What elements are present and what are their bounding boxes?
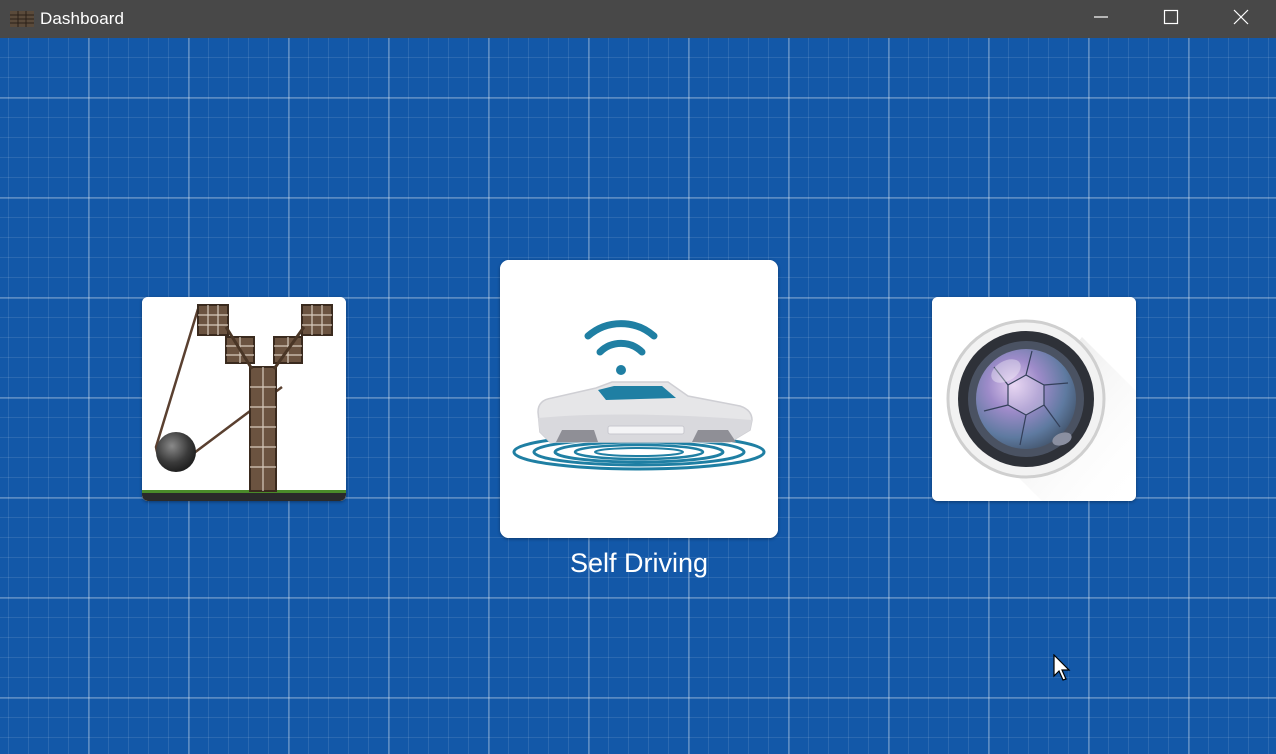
camera-lens-icon (932, 297, 1136, 501)
mouse-cursor-icon (1053, 654, 1071, 681)
self-driving-car-icon (500, 260, 778, 538)
dashboard-window: Dashboard Self Driving (0, 0, 1276, 754)
tower-tile[interactable] (142, 297, 346, 501)
blueprint-canvas: Self Driving (0, 38, 1276, 754)
window-title: Dashboard (40, 9, 125, 28)
self-driving-tile[interactable] (500, 260, 778, 538)
camera-tile[interactable] (932, 297, 1136, 501)
maximize-icon (1163, 9, 1179, 25)
self-driving-label[interactable]: Self Driving (500, 548, 778, 579)
app-icon (10, 9, 34, 29)
minimize-icon (1094, 16, 1108, 18)
window-controls (1066, 0, 1276, 38)
title-bar[interactable]: Dashboard (0, 0, 1276, 38)
close-button[interactable] (1206, 0, 1276, 34)
minimize-button[interactable] (1066, 0, 1136, 34)
tower-pulley-icon (142, 297, 346, 501)
close-icon (1233, 9, 1249, 25)
maximize-button[interactable] (1136, 0, 1206, 34)
